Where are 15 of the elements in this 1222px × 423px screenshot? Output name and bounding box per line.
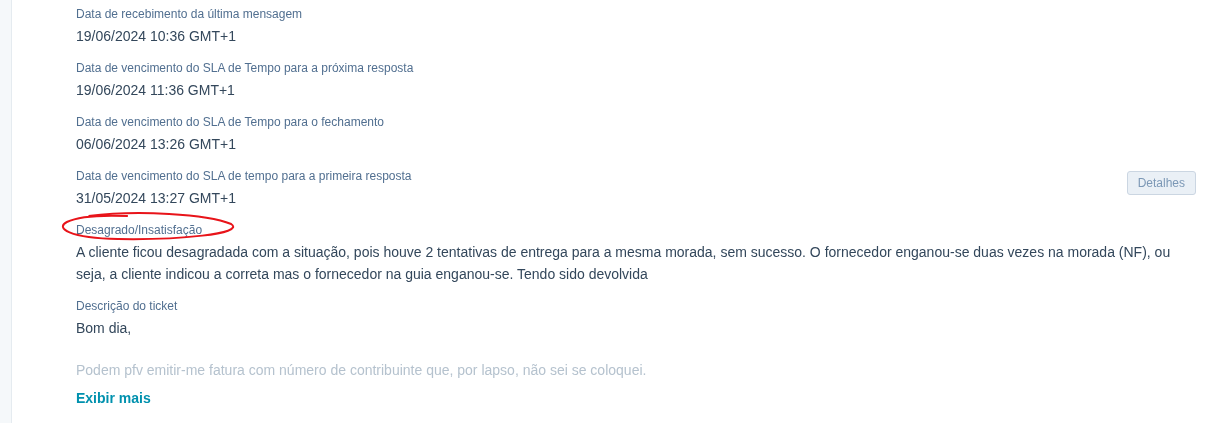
description-text: Podem pfv emitir-me fatura com número de contribuinte que, por lapso, não sei se coloquei. [76, 361, 647, 380]
field-label: Desagrado/Insatisfação [76, 222, 203, 239]
field-value: 06/06/2024 13:26 GMT+1 [76, 135, 237, 154]
field-label: Data de vencimento do SLA de tempo para a primeira resposta [76, 168, 412, 185]
field-value: 31/05/2024 13:27 GMT+1 [76, 189, 237, 208]
field-value: A cliente ficou desagradada com a situação, pois houve 2 tentativas de entrega para a mesma morada, sem sucesso. O fornecedor enganou-se duas vezes na morada (NF), ou seja, a cliente indicou a correta mas o fornecedor na guia enganou-se. Tendo sido devolvida [76, 243, 1171, 284]
description-text: Bom dia, [76, 319, 133, 338]
details-button[interactable]: Detalhes [1126, 171, 1196, 195]
field-value: 19/06/2024 10:36 GMT+1 [76, 27, 237, 46]
show-more-link[interactable]: Exibir mais [76, 390, 151, 406]
field-label: Descrição do ticket [76, 298, 178, 315]
field-value: 19/06/2024 11:36 GMT+1 [76, 81, 236, 100]
field-label: Data de recebimento da última mensagem [76, 6, 303, 23]
field-label: Data de vencimento do SLA de Tempo para a próxima resposta [76, 60, 414, 77]
field-label: Data de vencimento do SLA de Tempo para o fechamento [76, 114, 384, 131]
